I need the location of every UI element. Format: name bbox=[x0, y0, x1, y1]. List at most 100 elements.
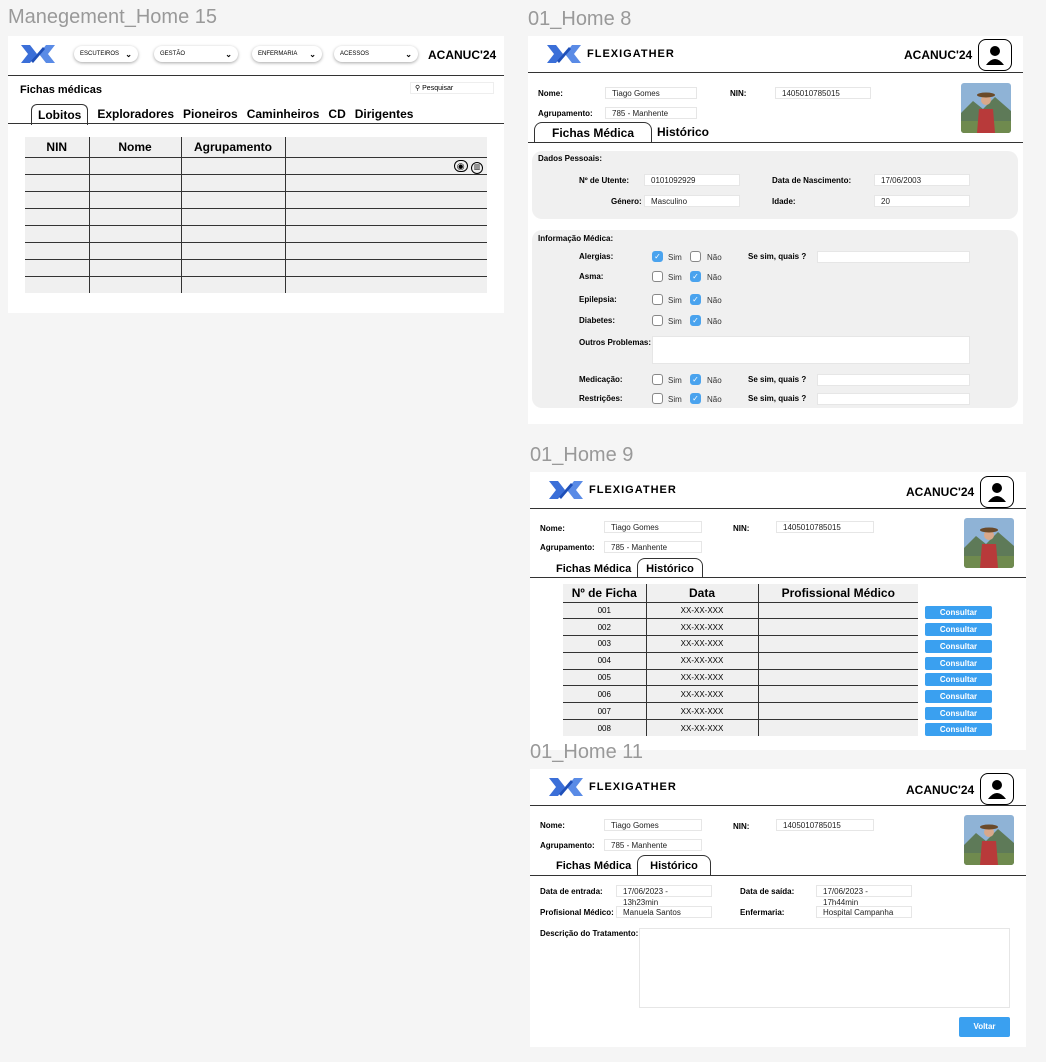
nome-field[interactable]: Tiago Gomes bbox=[604, 521, 702, 533]
tab-fichas-medica[interactable]: Fichas Médica bbox=[534, 122, 652, 142]
epilepsia-sim-checkbox[interactable] bbox=[652, 294, 663, 305]
descricao-field[interactable] bbox=[639, 928, 1010, 1008]
historico-detail-frame: FLEXIGATHER ACANUC'24 Nome: Tiago Gomes … bbox=[530, 769, 1026, 1047]
consultar-button[interactable]: Consultar bbox=[925, 657, 992, 670]
restricoes-quais-field[interactable] bbox=[817, 393, 970, 405]
agrupamento-field[interactable]: 785 - Manhente bbox=[605, 107, 697, 119]
diabetes-sim-checkbox[interactable] bbox=[652, 315, 663, 326]
tabs-divider bbox=[530, 875, 1026, 876]
ficha-number: 003 bbox=[563, 635, 647, 653]
tab-fichas-medica[interactable]: Fichas Médica bbox=[556, 563, 631, 575]
nascimento-field[interactable]: 17/06/2003 bbox=[874, 174, 970, 186]
alergias-nao-label: Não bbox=[707, 253, 722, 262]
profile-photo-image bbox=[964, 815, 1014, 865]
utente-field[interactable]: 0101092929 bbox=[644, 174, 740, 186]
search-icon: ⚲ bbox=[415, 85, 421, 92]
descricao-label: Descrição do Tratamento: bbox=[540, 929, 639, 938]
nin-field[interactable]: 1405010785015 bbox=[776, 521, 874, 533]
ficha-date: XX-XX-XXX bbox=[646, 602, 759, 620]
alergias-sim-checkbox[interactable]: ✓ bbox=[652, 251, 663, 262]
epilepsia-nao-checkbox[interactable]: ✓ bbox=[690, 294, 701, 305]
menu-gestao[interactable]: GESTÃO ⌄ bbox=[154, 46, 238, 62]
historico-frame: FLEXIGATHER ACANUC'24 Nome: Tiago Gomes … bbox=[530, 472, 1026, 750]
tab-historico[interactable]: Histórico bbox=[637, 558, 703, 578]
voltar-button[interactable]: Voltar bbox=[959, 1017, 1010, 1037]
category-tabs: Lobitos Exploradores Pioneiros Caminheir… bbox=[31, 104, 413, 125]
eye-icon[interactable]: ◉ bbox=[453, 159, 468, 172]
medicacao-sim-checkbox[interactable] bbox=[652, 374, 663, 385]
asma-sim-checkbox[interactable] bbox=[652, 271, 663, 282]
medicacao-nao-checkbox[interactable]: ✓ bbox=[690, 374, 701, 385]
asma-sim-label: Sim bbox=[668, 273, 682, 282]
genero-field[interactable]: Masculino bbox=[644, 195, 740, 207]
tabs-divider bbox=[528, 142, 1023, 143]
table-row: 002 XX-XX-XXX bbox=[563, 618, 918, 637]
consultar-button[interactable]: Consultar bbox=[925, 673, 992, 686]
tab-pioneiros[interactable]: Pioneiros bbox=[183, 104, 238, 125]
tab-caminheiros[interactable]: Caminheiros bbox=[247, 104, 320, 125]
ficha-date: XX-XX-XXX bbox=[646, 635, 759, 653]
consultar-button[interactable]: Consultar bbox=[925, 640, 992, 653]
menu-enfermaria[interactable]: ENFERMARIA ⌄ bbox=[252, 46, 322, 62]
enfermaria-field[interactable]: Hospital Campanha bbox=[816, 906, 912, 918]
consultar-button[interactable]: Consultar bbox=[925, 690, 992, 703]
epilepsia-label: Epilepsia: bbox=[579, 295, 617, 304]
tab-lobitos[interactable]: Lobitos bbox=[31, 104, 89, 125]
entrada-field[interactable]: 17/06/2023 - 13h23min bbox=[616, 885, 712, 907]
table-row: ◉ ▥ bbox=[25, 157, 487, 175]
restricoes-nao-checkbox[interactable]: ✓ bbox=[690, 393, 701, 404]
informacao-medica-panel: Informação Médica: Alergias: ✓ Sim Não S… bbox=[532, 230, 1018, 408]
chevron-down-icon: ⌄ bbox=[125, 49, 132, 59]
agrupamento-field[interactable]: 785 - Manhente bbox=[604, 541, 702, 553]
consultar-button[interactable]: Consultar bbox=[925, 707, 992, 720]
nome-field[interactable]: Tiago Gomes bbox=[604, 819, 702, 831]
brand-title: ACANUC'24 bbox=[428, 48, 497, 62]
outros-problemas-field[interactable] bbox=[652, 336, 970, 364]
menu-acessos[interactable]: ACESSOS ⌄ bbox=[334, 46, 418, 62]
user-profile-button[interactable] bbox=[978, 39, 1012, 71]
alergias-quais-field[interactable] bbox=[817, 251, 970, 263]
profissional-field[interactable]: Manuela Santos bbox=[616, 906, 712, 918]
chevron-down-icon: ⌄ bbox=[309, 49, 316, 59]
chevron-down-icon: ⌄ bbox=[225, 49, 232, 59]
alergias-nao-checkbox[interactable] bbox=[690, 251, 701, 262]
consultar-button[interactable]: Consultar bbox=[925, 623, 992, 636]
nin-field[interactable]: 1405010785015 bbox=[775, 87, 871, 99]
tab-fichas-medica[interactable]: Fichas Médica bbox=[556, 860, 631, 872]
logo[interactable]: FLEXIGATHER bbox=[546, 774, 677, 800]
user-profile-button[interactable] bbox=[980, 476, 1014, 508]
tab-dirigentes[interactable]: Dirigentes bbox=[355, 104, 414, 125]
idade-field[interactable]: 20 bbox=[874, 195, 970, 207]
logo-text: FLEXIGATHER bbox=[589, 484, 677, 496]
search-input[interactable]: ⚲ Pesquisar bbox=[410, 82, 494, 94]
trash-icon[interactable]: ▥ bbox=[471, 161, 483, 174]
medicacao-quais-field[interactable] bbox=[817, 374, 970, 386]
nome-label: Nome: bbox=[540, 821, 565, 830]
nascimento-label: Data de Nascimento: bbox=[772, 176, 852, 185]
nome-field[interactable]: Tiago Gomes bbox=[605, 87, 697, 99]
brand-title: ACANUC'24 bbox=[904, 48, 973, 62]
logo[interactable]: FLEXIGATHER bbox=[546, 477, 677, 503]
user-profile-button[interactable] bbox=[980, 773, 1014, 805]
logo[interactable] bbox=[18, 41, 58, 67]
consultar-button[interactable]: Consultar bbox=[925, 606, 992, 619]
diabetes-nao-checkbox[interactable]: ✓ bbox=[690, 315, 701, 326]
tab-cd[interactable]: CD bbox=[328, 104, 345, 125]
agrupamento-field[interactable]: 785 - Manhente bbox=[604, 839, 702, 851]
col-profissional: Profissional Médico bbox=[758, 584, 918, 603]
tab-historico[interactable]: Histórico bbox=[657, 125, 709, 139]
col-nin: NIN bbox=[25, 137, 90, 158]
nin-field[interactable]: 1405010785015 bbox=[776, 819, 874, 831]
medicacao-sim-label: Sim bbox=[668, 376, 682, 385]
restricoes-sim-checkbox[interactable] bbox=[652, 393, 663, 404]
asma-label: Asma: bbox=[579, 272, 604, 281]
tab-historico[interactable]: Histórico bbox=[637, 855, 711, 876]
consultar-button[interactable]: Consultar bbox=[925, 723, 992, 736]
menu-escuteiros[interactable]: ESCUTEIROS ⌄ bbox=[74, 46, 138, 62]
tab-exploradores[interactable]: Exploradores bbox=[97, 104, 174, 125]
entrada-label: Data de entrada: bbox=[540, 887, 603, 896]
logo[interactable]: FLEXIGATHER bbox=[544, 41, 675, 67]
saida-field[interactable]: 17/06/2023 - 17h44min bbox=[816, 885, 912, 907]
ficha-date: XX-XX-XXX bbox=[646, 669, 759, 687]
asma-nao-checkbox[interactable]: ✓ bbox=[690, 271, 701, 282]
